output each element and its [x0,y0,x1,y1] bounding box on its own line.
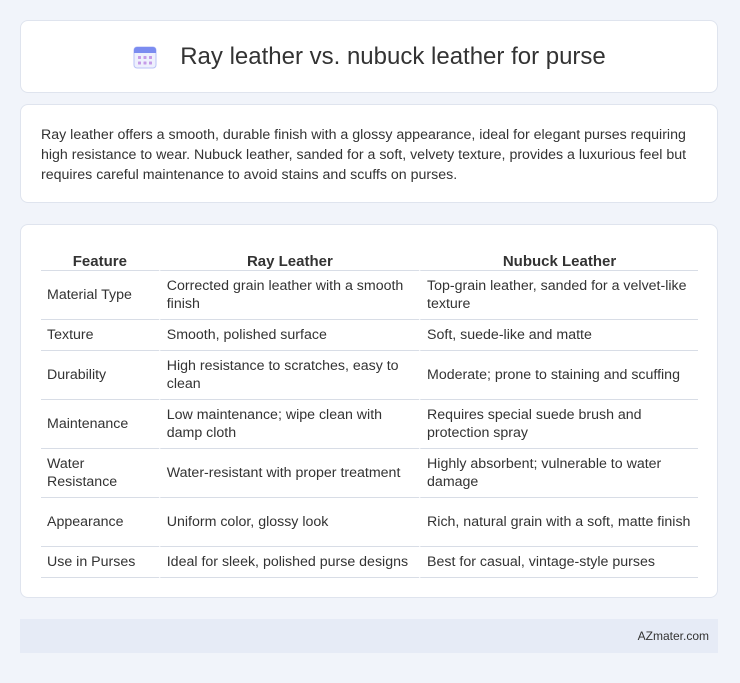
feature-cell: Maintenance [41,400,159,449]
feature-cell: Use in Purses [41,547,159,578]
table-row: Texture Smooth, polished surface Soft, s… [41,320,698,351]
nubuck-cell: Rich, natural grain with a soft, matte f… [419,498,698,547]
feature-cell: Durability [41,351,159,400]
nubuck-cell: Best for casual, vintage-style purses [419,547,698,578]
ray-cell: Ideal for sleek, polished purse designs [158,547,420,578]
table-row: Water Resistance Water-resistant with pr… [41,449,698,498]
page-title: Ray leather vs. nubuck leather for purse [180,42,606,70]
title-card: Ray leather vs. nubuck leather for purse [20,20,718,93]
feature-cell: Material Type [41,271,159,320]
comparison-table: Feature Ray Leather Nubuck Leather Mater… [41,245,698,578]
feature-cell: Texture [41,320,159,351]
ray-cell: Smooth, polished surface [158,320,420,351]
header-feature: Feature [41,245,159,271]
nubuck-cell: Requires special suede brush and protect… [419,400,698,449]
feature-cell: Water Resistance [41,449,159,498]
table-row: Appearance Uniform color, glossy look Ri… [41,498,698,547]
nubuck-cell: Soft, suede-like and matte [419,320,698,351]
table-row: Material Type Corrected grain leather wi… [41,271,698,320]
summary-card: Ray leather offers a smooth, durable fin… [20,104,718,203]
ray-cell: High resistance to scratches, easy to cl… [158,351,420,400]
table-row: Maintenance Low maintenance; wipe clean … [41,400,698,449]
ray-cell: Corrected grain leather with a smooth fi… [158,271,420,320]
nubuck-cell: Highly absorbent; vulnerable to water da… [419,449,698,498]
feature-cell: Appearance [41,498,159,547]
ray-cell: Uniform color, glossy look [158,498,420,547]
nubuck-cell: Moderate; prone to staining and scuffing [419,351,698,400]
table-header-row: Feature Ray Leather Nubuck Leather [41,245,698,271]
summary-text: Ray leather offers a smooth, durable fin… [41,127,687,183]
ray-cell: Low maintenance; wipe clean with damp cl… [158,400,420,449]
header-ray-leather: Ray Leather [158,245,420,271]
ray-cell: Water-resistant with proper treatment [158,449,420,498]
calendar-icon [132,44,158,70]
comparison-table-card: Feature Ray Leather Nubuck Leather Mater… [20,224,718,598]
header-nubuck-leather: Nubuck Leather [419,245,698,271]
nubuck-cell: Top-grain leather, sanded for a velvet-l… [419,271,698,320]
footer-site-name: AZmater.com [637,629,709,643]
footer-bar: AZmater.com [20,619,718,653]
table-row: Durability High resistance to scratches,… [41,351,698,400]
table-row: Use in Purses Ideal for sleek, polished … [41,547,698,578]
